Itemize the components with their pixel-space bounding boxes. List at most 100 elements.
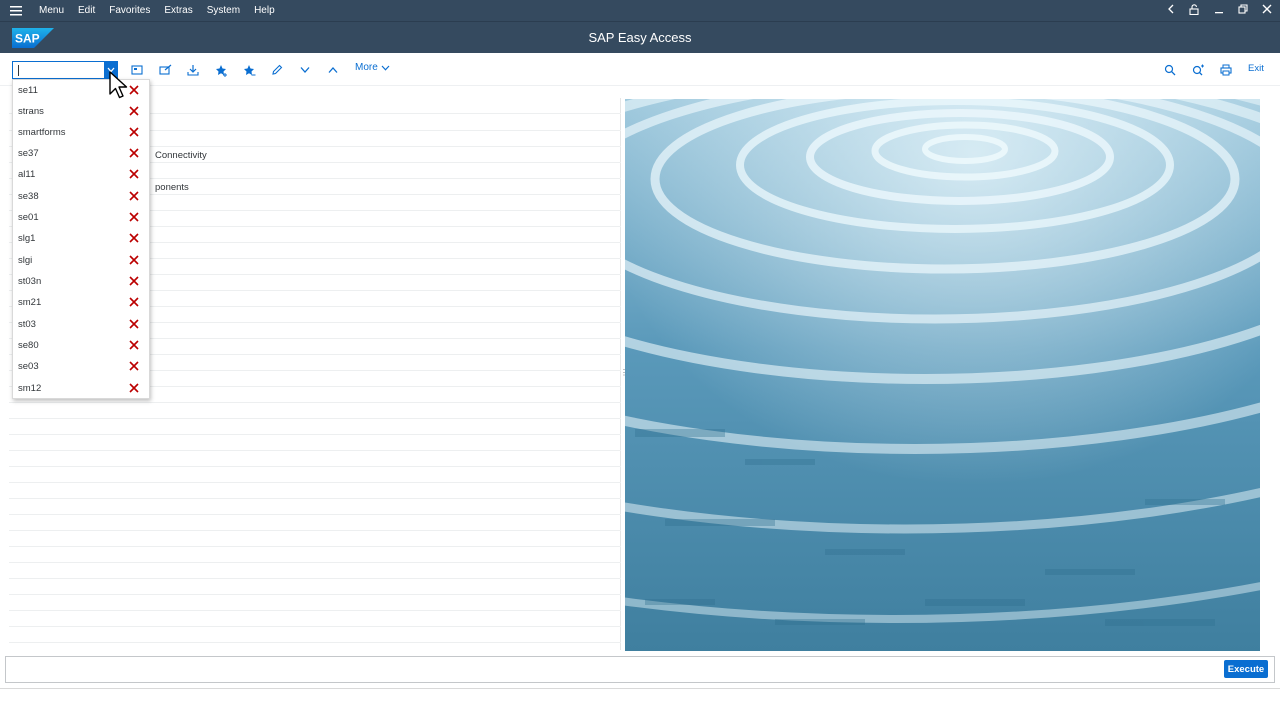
history-entry[interactable]: sm12 — [13, 378, 149, 399]
delete-entry-icon[interactable] — [128, 105, 140, 117]
history-entry-label: st03 — [18, 319, 36, 330]
edit-document-icon[interactable] — [157, 62, 173, 78]
delete-entry-icon[interactable] — [128, 126, 140, 138]
history-entry[interactable]: se01 — [13, 207, 149, 228]
divider — [0, 688, 1280, 689]
delete-entry-icon[interactable] — [128, 147, 140, 159]
tree-row — [9, 579, 621, 595]
history-entry[interactable]: se80 — [13, 335, 149, 356]
remove-favorite-icon[interactable] — [241, 62, 257, 78]
tree-row — [9, 467, 621, 483]
delete-entry-icon[interactable] — [128, 360, 140, 372]
history-entry-label: slg1 — [18, 233, 36, 244]
history-entry[interactable]: sm21 — [13, 292, 149, 313]
pencil-icon[interactable] — [269, 62, 285, 78]
chevron-down-icon — [381, 65, 390, 71]
execute-button[interactable]: Execute — [1224, 660, 1268, 678]
window-controls — [1167, 0, 1272, 21]
more-button[interactable]: More — [355, 62, 390, 73]
tree-row — [9, 403, 621, 419]
chevron-down-icon[interactable] — [297, 62, 313, 78]
chevron-left-icon[interactable] — [1167, 4, 1175, 17]
delete-entry-icon[interactable] — [128, 211, 140, 223]
delete-entry-icon[interactable] — [128, 232, 140, 244]
delete-entry-icon[interactable] — [128, 168, 140, 180]
tree-row — [9, 531, 621, 547]
menu-item-system[interactable]: System — [200, 0, 247, 21]
delete-entry-icon[interactable] — [128, 382, 140, 394]
minimize-icon[interactable] — [1214, 4, 1224, 17]
menu-item-menu[interactable]: Menu — [32, 0, 71, 21]
splitter-handle[interactable]: ⋮ — [620, 368, 628, 380]
menu-item-edit[interactable]: Edit — [71, 0, 102, 21]
menu-item-help[interactable]: Help — [247, 0, 282, 21]
history-entry-label: se38 — [18, 191, 39, 202]
footer-bar — [5, 656, 1275, 683]
history-entry-label: se80 — [18, 340, 39, 351]
delete-entry-icon[interactable] — [128, 296, 140, 308]
close-icon[interactable] — [1262, 4, 1272, 17]
history-entry[interactable]: slg1 — [13, 228, 149, 249]
history-entry[interactable]: al11 — [13, 164, 149, 185]
delete-entry-icon[interactable] — [128, 275, 140, 287]
history-entry[interactable]: strans — [13, 101, 149, 122]
tree-row — [9, 547, 621, 563]
history-entry-label: strans — [18, 106, 44, 117]
command-history-dropdown: se11 strans smartforms se37 al11 se38 se… — [12, 79, 150, 399]
tree-row — [9, 611, 621, 627]
download-icon[interactable] — [185, 62, 201, 78]
print-icon[interactable] — [1218, 62, 1234, 78]
search-icon[interactable] — [1162, 62, 1178, 78]
more-button-label: More — [355, 62, 378, 73]
history-entry-label: sm21 — [18, 297, 42, 308]
display-icon[interactable] — [129, 62, 145, 78]
history-entry[interactable]: se38 — [13, 186, 149, 207]
history-entry-label: se01 — [18, 212, 39, 223]
tree-row — [9, 499, 621, 515]
exit-button[interactable]: Exit — [1248, 63, 1264, 74]
page-title: SAP Easy Access — [588, 30, 692, 45]
add-favorite-icon[interactable] — [213, 62, 229, 78]
hamburger-menu-icon[interactable] — [0, 0, 32, 21]
title-bar: SAP SAP Easy Access — [0, 21, 1280, 53]
unlock-icon[interactable] — [1189, 3, 1200, 18]
mouse-pointer-icon — [109, 71, 128, 99]
history-entry-label: slgi — [18, 255, 33, 266]
command-field[interactable] — [12, 61, 118, 79]
delete-entry-icon[interactable] — [128, 190, 140, 202]
history-entry[interactable]: se03 — [13, 356, 149, 377]
history-entry[interactable]: se37 — [13, 143, 149, 164]
delete-entry-icon[interactable] — [128, 254, 140, 266]
tree-row — [9, 435, 621, 451]
history-entry-label: se11 — [18, 85, 38, 96]
tree-node-label[interactable]: ponents — [155, 182, 189, 193]
tree-row — [9, 451, 621, 467]
delete-entry-icon[interactable] — [128, 339, 140, 351]
menu-item-extras[interactable]: Extras — [157, 0, 199, 21]
tree-row — [9, 563, 621, 579]
toolbar: More Exit — [0, 53, 1280, 86]
tree-row — [9, 627, 621, 643]
history-entry-label: smartforms — [18, 127, 66, 138]
restore-icon[interactable] — [1238, 4, 1248, 17]
history-entry[interactable]: slgi — [13, 250, 149, 271]
search-next-icon[interactable] — [1190, 62, 1206, 78]
tree-row — [9, 419, 621, 435]
tree-row — [9, 595, 621, 611]
delete-entry-icon[interactable] — [128, 318, 140, 330]
history-entry[interactable]: smartforms — [13, 122, 149, 143]
history-entry-label: al11 — [18, 169, 36, 180]
easy-access-background-image — [625, 99, 1260, 651]
tree-node-label[interactable]: Connectivity — [155, 150, 207, 161]
history-entry-label: se03 — [18, 361, 39, 372]
history-entry[interactable]: st03n — [13, 271, 149, 292]
history-entry-label: sm12 — [18, 383, 42, 394]
menu-item-favorites[interactable]: Favorites — [102, 0, 157, 21]
tree-row — [9, 483, 621, 499]
tree-row — [9, 515, 621, 531]
menu-bar: Menu Edit Favorites Extras System Help — [0, 0, 1280, 21]
history-entry-label: st03n — [18, 276, 42, 287]
history-entry-label: se37 — [18, 148, 39, 159]
chevron-up-icon[interactable] — [325, 62, 341, 78]
history-entry[interactable]: st03 — [13, 314, 149, 335]
